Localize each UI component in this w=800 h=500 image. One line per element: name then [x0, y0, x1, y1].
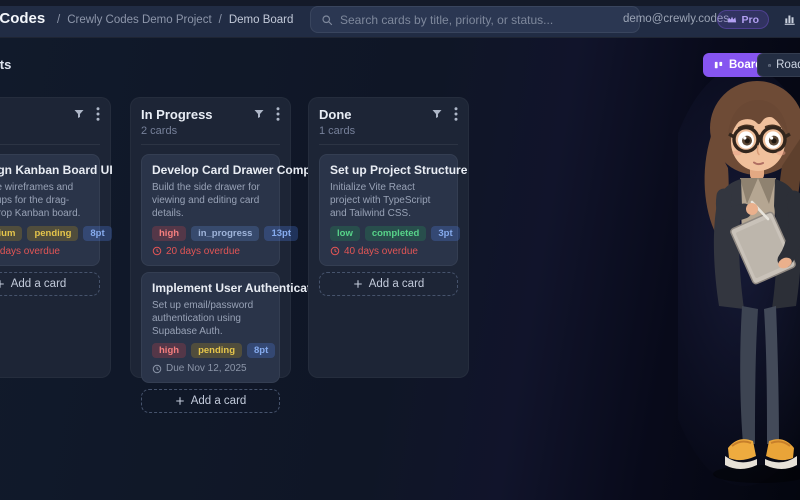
crown-icon	[728, 16, 737, 23]
column-title: Done	[319, 106, 352, 122]
add-card-label: Add a card	[190, 395, 247, 408]
more-vertical-icon	[276, 107, 280, 121]
card-due-meta: Due Nov 12, 2025	[152, 363, 269, 374]
points-tag: 8pt	[83, 225, 112, 241]
column-card-count: 1 cards	[319, 125, 356, 137]
card-description: Initialize Vite React project with TypeS…	[330, 182, 431, 220]
status-tag: pending	[191, 343, 243, 359]
breadcrumb-project[interactable]: Crewly Codes Demo Project	[67, 14, 211, 26]
card-due-text: Due Nov 12, 2025	[166, 363, 247, 375]
filter-icon	[254, 110, 264, 118]
projects-heading: Projects	[0, 57, 12, 72]
status-tag: pending	[27, 225, 79, 241]
column-menu-button[interactable]	[454, 107, 458, 121]
filter-button[interactable]	[431, 108, 443, 120]
card-due-text: 40 days overdue	[344, 245, 418, 257]
points-tag: 3pt	[431, 225, 460, 241]
add-card-button[interactable]: Add a card	[319, 271, 458, 296]
add-card-label: Add a card	[10, 277, 67, 290]
card-due-text: 20 days overdue	[166, 245, 240, 257]
plus-icon	[0, 279, 4, 288]
add-card-button[interactable]: Add a card	[141, 389, 280, 414]
search-icon	[322, 14, 333, 25]
card-setup-project-structure[interactable]: Set up Project Structure Initialize Vite…	[319, 154, 468, 266]
analytics-button[interactable]	[783, 12, 797, 31]
column-menu-button[interactable]	[276, 107, 280, 121]
pro-badge[interactable]: Pro	[717, 10, 769, 29]
card-description: Build the side drawer for viewing and ed…	[152, 182, 260, 220]
priority-tag: low	[330, 225, 360, 241]
clock-icon	[330, 246, 340, 256]
column-todo: To Do 1 cards Design Kanban Board UI Cre…	[0, 97, 113, 378]
column-divider	[319, 144, 458, 145]
calendar-icon	[768, 63, 771, 67]
priority-tag: medium	[0, 225, 23, 241]
column-title: In Progress	[141, 106, 213, 122]
points-tag: 8pt	[247, 343, 276, 359]
priority-tag: high	[152, 343, 187, 359]
more-vertical-icon	[454, 107, 458, 121]
card-design-kanban-board-ui[interactable]: Design Kanban Board UI Create wireframes…	[0, 154, 113, 266]
column-done: Done 1 cards Set up Project Structure In…	[308, 97, 469, 378]
more-vertical-icon	[96, 107, 100, 121]
breadcrumb: / Crewly Codes Demo Project / Demo Board	[57, 14, 293, 26]
user-email: demo@crewly.codes	[622, 13, 729, 25]
column-menu-button[interactable]	[96, 107, 100, 121]
search-bar[interactable]	[310, 6, 640, 33]
status-tag: completed	[364, 225, 427, 241]
card-due-meta: 20 days overdue	[152, 246, 269, 257]
kanban-icon	[714, 61, 723, 68]
roadmap-button-label: Roadmap	[776, 59, 800, 71]
plus-icon	[175, 397, 184, 405]
clock-icon	[152, 246, 162, 256]
filter-icon	[432, 110, 442, 118]
pro-badge-label: Pro	[741, 13, 759, 26]
card-title: Develop Card Drawer Component	[152, 163, 344, 177]
column-card-count: 2 cards	[141, 125, 178, 137]
card-due-meta: 40 days overdue	[330, 246, 447, 257]
card-due-meta: 30 days overdue	[0, 246, 89, 257]
card-description: Set up email/password authentication usi…	[152, 299, 254, 337]
card-title: Set up Project Structure	[330, 163, 468, 177]
breadcrumb-separator: /	[218, 14, 222, 26]
add-card-label: Add a card	[368, 277, 425, 290]
character-illustration	[678, 76, 800, 486]
filter-icon	[74, 110, 84, 118]
column-divider	[0, 144, 100, 145]
filter-button[interactable]	[73, 108, 85, 120]
breadcrumb-separator: /	[57, 14, 61, 26]
column-in-progress: In Progress 2 cards Develop Card Drawer …	[130, 97, 344, 414]
filter-button[interactable]	[253, 108, 265, 120]
card-title: Design Kanban Board UI	[0, 163, 113, 177]
plus-icon	[353, 279, 362, 288]
bar-chart-icon	[784, 15, 795, 25]
app-logo: Crewly Codes	[0, 10, 46, 27]
card-description: Create wireframes and mockups for the dr…	[0, 182, 81, 220]
status-tag: in_progress	[191, 225, 260, 241]
points-tag: 13pt	[264, 225, 298, 241]
clock-icon	[152, 364, 162, 373]
add-card-button[interactable]: Add a card	[0, 271, 100, 296]
priority-tag: high	[152, 225, 187, 241]
card-develop-card-drawer[interactable]: Develop Card Drawer Component Build the …	[141, 154, 344, 266]
breadcrumb-board[interactable]: Demo Board	[229, 14, 294, 26]
search-input[interactable]	[340, 12, 629, 27]
view-toggle-roadmap[interactable]: Roadmap	[757, 53, 800, 77]
column-divider	[141, 144, 280, 145]
column-card-count: 1 cards	[0, 125, 100, 137]
card-title: Implement User Authentication	[152, 280, 329, 295]
card-implement-user-auth[interactable]: Implement User Authentication Set up ema…	[141, 271, 329, 384]
card-due-text: 30 days overdue	[0, 245, 60, 257]
app-header: Crewly Codes / Crewly Codes Demo Project…	[0, 0, 800, 38]
